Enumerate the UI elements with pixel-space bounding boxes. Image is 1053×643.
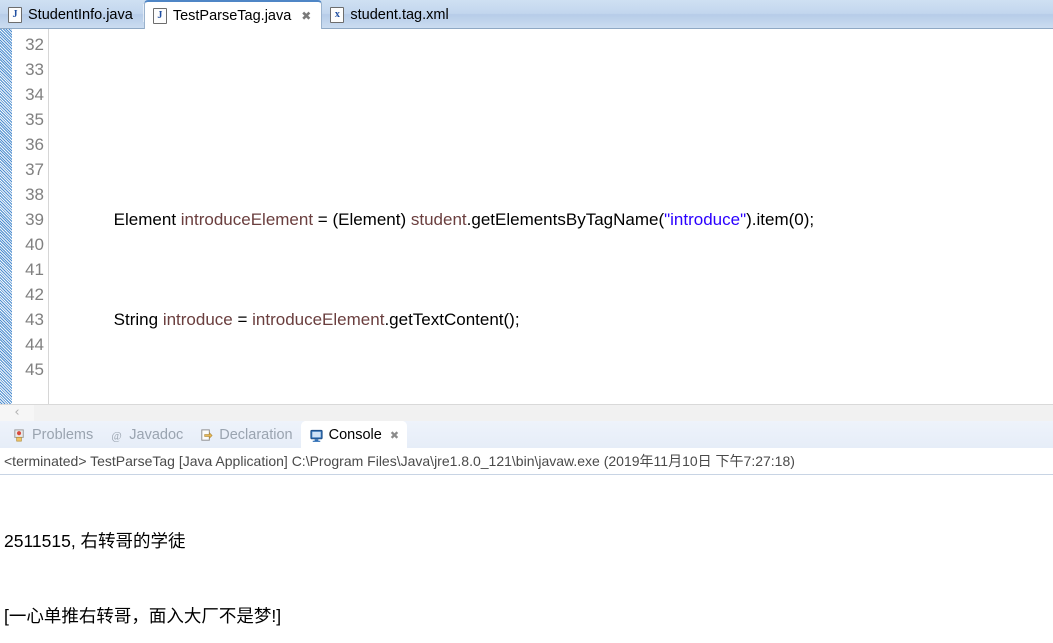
line-number: 39 [25,210,44,229]
console-output-text: 2511515, 右转哥的学徒 [一心单推右转哥，面入大厂不是梦!] 12155… [0,475,1053,643]
code-editor[interactable]: 32 33 34 35 36 37 38 39 40 41 42 43 44 4… [0,29,1053,404]
view-tab-label: Declaration [219,427,293,443]
line-number: 36 [25,135,44,154]
svg-text:@: @ [112,430,122,442]
tab-javadoc[interactable]: @ Javadoc [101,422,191,448]
console-line: 2511515, 右转哥的学徒 [4,531,186,551]
annotation-ruler[interactable] [0,29,13,404]
editor-tab-label: StudentInfo.java [28,6,133,23]
close-icon[interactable]: ✖ [390,429,399,442]
line-number: 34 [25,85,44,104]
java-file-icon: J [152,7,167,24]
eclipse-ide-window: J StudentInfo.java J TestParseTag.java ✖… [0,0,1053,643]
editor-tab-testparsetag[interactable]: J TestParseTag.java ✖ [143,0,323,29]
line-number: 41 [25,260,44,279]
line-number: 32 [25,35,44,54]
java-file-icon: J [8,6,22,23]
console-line: [一心单推右转哥，面入大厂不是梦!] [4,606,282,626]
editor-tab-studenttagxml[interactable]: x student.tag.xml [322,1,458,28]
line-number: 38 [25,185,44,204]
line-number: 43 [25,310,44,329]
line-number: 35 [25,110,44,129]
bottom-view-stack: Problems @ Javadoc Declaration Console ✖… [0,420,1053,643]
editor-horizontal-scrollbar[interactable]: ‹ [0,404,1053,421]
line-number: 42 [25,285,44,304]
line-number: 45 [25,360,44,379]
editor-tab-bar: J StudentInfo.java J TestParseTag.java ✖… [0,0,1053,29]
tab-console[interactable]: Console ✖ [300,421,408,449]
code-text-area[interactable]: Element introduceElement = (Element) stu… [49,29,1053,404]
console-icon [310,429,323,442]
line-number: 40 [25,235,44,254]
line-number-ruler: 32 33 34 35 36 37 38 39 40 41 42 43 44 4… [13,29,49,404]
view-tab-label: Problems [32,427,94,443]
code-line[interactable]: Element introduceElement = (Element) stu… [49,207,1053,232]
line-number: 33 [25,60,44,79]
code-line[interactable]: String introduce = introduceElement.getT… [49,307,1053,332]
scroll-left-arrow-icon[interactable]: ‹ [0,404,34,421]
view-tab-label: Javadoc [129,427,184,443]
javadoc-at-icon: @ [112,430,122,442]
editor-tab-studentinfo[interactable]: J StudentInfo.java [0,1,143,28]
problems-icon [14,428,24,441]
tab-declaration[interactable]: Declaration [191,422,300,448]
tab-problems[interactable]: Problems [4,422,101,448]
console-output-panel[interactable]: <terminated> TestParseTag [Java Applicat… [0,449,1053,643]
close-icon[interactable]: ✖ [301,10,311,22]
xml-file-icon: x [330,6,345,23]
line-number: 44 [25,335,44,354]
scrollbar-track[interactable] [34,404,1053,421]
view-tab-bar: Problems @ Javadoc Declaration Console ✖ [0,421,1053,449]
editor-tab-label: TestParseTag.java [172,7,292,24]
view-tab-label: Console [328,427,382,443]
console-process-label: <terminated> TestParseTag [Java Applicat… [0,449,1053,475]
editor-tab-label: student.tag.xml [350,6,449,23]
declaration-icon [201,428,213,441]
line-number: 37 [25,160,44,179]
code-line[interactable] [49,107,1053,132]
